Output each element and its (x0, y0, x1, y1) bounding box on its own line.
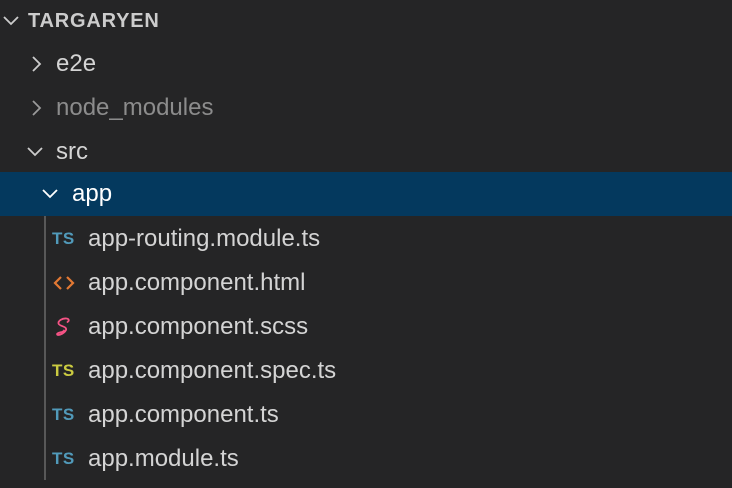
chevron-down-icon (39, 183, 61, 205)
tree-item-label: app.component.html (88, 269, 306, 296)
typescript-icon: TS (52, 229, 75, 248)
tree-item-app-component-spec-ts[interactable]: TS app.component.spec.ts (0, 349, 732, 393)
chevron-right-icon (25, 53, 47, 75)
html-code-icon (52, 269, 82, 297)
typescript-icon: TS (52, 449, 75, 468)
tree-item-node-modules[interactable]: node_modules (0, 86, 732, 130)
tree-item-label: e2e (56, 50, 97, 77)
chevron-down-icon (0, 10, 22, 32)
file-explorer: TARGARYEN e2e node_modules src app TS ap… (0, 0, 732, 488)
tree-item-label: app.component.spec.ts (88, 357, 337, 384)
tree-item-app-component-html[interactable]: app.component.html (0, 261, 732, 305)
chevron-down-icon (24, 141, 46, 163)
explorer-root-header[interactable]: TARGARYEN (0, 0, 732, 42)
tree-item-label: app.component.scss (88, 313, 309, 340)
tree-item-label: app-routing.module.ts (88, 225, 321, 252)
tree-item-label: node_modules (56, 94, 214, 121)
tree-item-e2e[interactable]: e2e (0, 42, 732, 86)
tree-item-app-component-scss[interactable]: app.component.scss (0, 305, 732, 349)
root-folder-label: TARGARYEN (28, 9, 160, 32)
chevron-right-icon (25, 97, 47, 119)
typescript-spec-icon: TS (52, 361, 75, 380)
typescript-icon: TS (52, 405, 75, 424)
tree-item-src[interactable]: src (0, 130, 732, 174)
tree-item-label: app.module.ts (88, 445, 239, 472)
tree-item-app[interactable]: app (0, 172, 732, 216)
sass-icon (52, 313, 82, 341)
tree-item-app-module-ts[interactable]: TS app.module.ts (0, 437, 732, 481)
tree-item-label: app (72, 180, 113, 207)
tree-item-label: src (56, 138, 88, 165)
tree-item-label: app.component.ts (88, 401, 279, 428)
tree-item-app-routing-module-ts[interactable]: TS app-routing.module.ts (0, 217, 732, 261)
tree-item-app-component-ts[interactable]: TS app.component.ts (0, 393, 732, 437)
